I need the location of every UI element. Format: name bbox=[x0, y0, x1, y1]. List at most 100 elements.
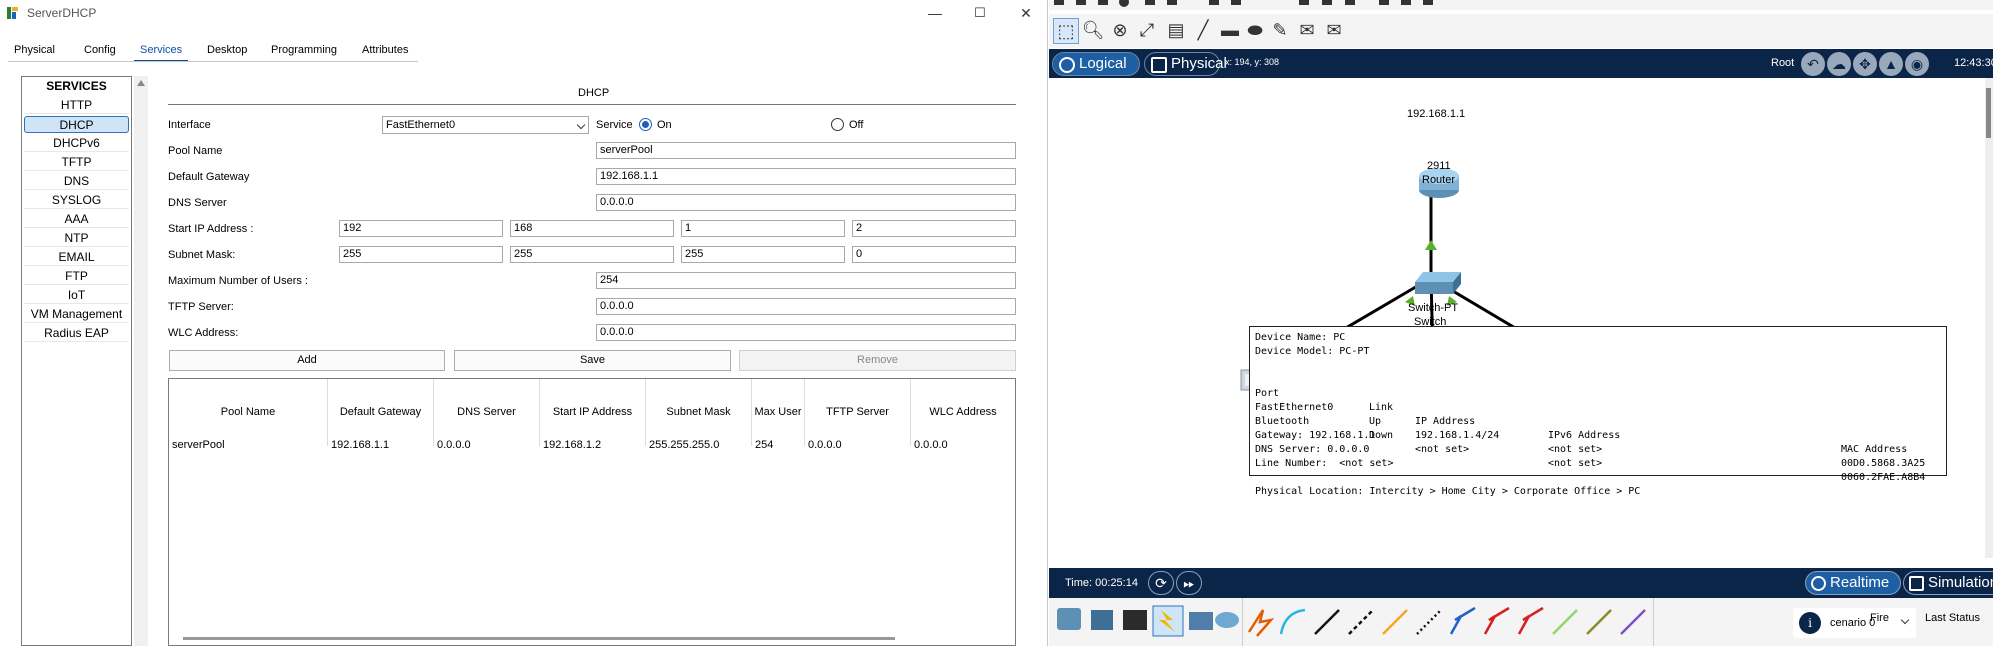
minimize-button[interactable]: — bbox=[913, 2, 957, 24]
service-item-tftp[interactable]: TFTP bbox=[24, 154, 129, 171]
tooltip-spacer bbox=[1255, 471, 1941, 485]
remove-button[interactable]: Remove bbox=[739, 350, 1016, 371]
section-divider bbox=[168, 104, 1016, 105]
col-start-ip[interactable]: Start IP Address bbox=[540, 379, 646, 446]
tab-config[interactable]: Config bbox=[78, 38, 122, 62]
router-ip-label: 192.168.1.1 bbox=[1407, 108, 1466, 120]
back-icon[interactable]: ↶ bbox=[1801, 52, 1825, 76]
tab-desktop[interactable]: Desktop bbox=[201, 38, 253, 62]
col-wlc-address[interactable]: WLC Address bbox=[911, 379, 1015, 446]
cell-tftp: 0.0.0.0 bbox=[808, 439, 842, 451]
start-ip-octet-3[interactable]: 1 bbox=[681, 220, 845, 237]
background-image-icon[interactable]: ▲ bbox=[1879, 52, 1903, 76]
tooltip-port-row: FastEthernet0 Up 192.168.1.4/24 <not set… bbox=[1255, 387, 1941, 469]
table-horizontal-scrollbar[interactable] bbox=[183, 637, 895, 640]
title-bar: ServerDHCP — ☐ ✕ bbox=[0, 0, 1048, 26]
realtime-mode-button[interactable]: Realtime bbox=[1805, 571, 1901, 595]
place-note-icon[interactable]: ▤ bbox=[1163, 18, 1189, 44]
start-ip-octet-2[interactable]: 168 bbox=[510, 220, 674, 237]
fire-column-header: Fire bbox=[1870, 612, 1889, 624]
start-ip-octet-1[interactable]: 192 bbox=[339, 220, 503, 237]
scroll-thumb[interactable] bbox=[1986, 88, 1991, 138]
simulation-mode-button[interactable]: Simulation bbox=[1903, 571, 1993, 595]
draw-ellipse-icon[interactable]: ⬬ bbox=[1242, 18, 1268, 44]
service-item-ntp[interactable]: NTP bbox=[24, 230, 129, 247]
last-status-column-header: Last Status bbox=[1925, 612, 1981, 624]
add-simple-pdu-icon[interactable]: ✉ bbox=[1294, 18, 1320, 44]
start-ip-octet-4[interactable]: 2 bbox=[852, 220, 1016, 237]
service-item-dhcpv6[interactable]: DHCPv6 bbox=[24, 135, 129, 152]
delete-tool-icon[interactable]: ⊗ bbox=[1107, 18, 1133, 44]
subnet-octet-1[interactable]: 255 bbox=[339, 246, 503, 263]
tab-services[interactable]: Services bbox=[134, 38, 189, 62]
service-item-email[interactable]: EMAIL bbox=[24, 249, 129, 266]
resize-tool-icon[interactable]: ⤢ bbox=[1134, 18, 1160, 44]
inspect-tool-icon[interactable]: 🔍︎ bbox=[1080, 18, 1106, 44]
realtime-label: Realtime bbox=[1830, 574, 1890, 591]
maximize-button[interactable]: ☐ bbox=[958, 2, 1002, 24]
freeform-icon[interactable]: ✎ bbox=[1267, 18, 1293, 44]
tooltip-device-name: Device Name: PC bbox=[1255, 332, 1346, 343]
service-on-radio[interactable] bbox=[639, 118, 652, 131]
pool-name-field[interactable]: serverPool bbox=[596, 142, 1016, 159]
fast-forward-icon[interactable]: ⏩︎ bbox=[1176, 571, 1202, 595]
col-subnet-mask[interactable]: Subnet Mask bbox=[646, 379, 752, 446]
select-tool-icon[interactable]: ⬚ bbox=[1053, 18, 1079, 44]
col-default-gateway[interactable]: Default Gateway bbox=[328, 379, 434, 446]
service-item-aaa[interactable]: AAA bbox=[24, 211, 129, 228]
cell-max-user: 254 bbox=[755, 439, 774, 451]
service-off-radio[interactable] bbox=[831, 118, 844, 131]
viewport-icon[interactable]: ◉ bbox=[1905, 52, 1929, 76]
service-item-vm-management[interactable]: VM Management bbox=[24, 306, 129, 323]
col-tftp-server[interactable]: TFTP Server bbox=[805, 379, 911, 446]
service-item-radius-eap[interactable]: Radius EAP bbox=[24, 325, 129, 342]
scroll-up-icon[interactable] bbox=[137, 80, 145, 86]
pool-name-label: Pool Name bbox=[168, 145, 223, 157]
power-cycle-icon[interactable]: ⟳ bbox=[1148, 571, 1174, 595]
service-item-iot[interactable]: IoT bbox=[24, 287, 129, 304]
wlc-address-field[interactable]: 0.0.0.0 bbox=[596, 324, 1016, 341]
col-max-user[interactable]: Max User bbox=[752, 379, 805, 446]
service-item-http[interactable]: HTTP bbox=[24, 97, 129, 114]
tooltip-line-number: Line Number: <not set> bbox=[1255, 458, 1394, 469]
logical-view-button[interactable]: Logical bbox=[1052, 52, 1140, 76]
services-list: SERVICES HTTP DHCP DHCPv6 TFTP DNS SYSLO… bbox=[21, 76, 132, 646]
cloud-icon[interactable]: ☁ bbox=[1827, 52, 1851, 76]
services-scrollbar[interactable] bbox=[134, 76, 148, 646]
edit-toolbar: ⬚ 🔍︎ ⊗ ⤢ ▤ ╱ ▬ ⬬ ✎ ✉ ✉ bbox=[1049, 14, 1993, 48]
default-gateway-field[interactable]: 192.168.1.1 bbox=[596, 168, 1016, 185]
workspace-vertical-scrollbar[interactable] bbox=[1985, 78, 1993, 558]
close-button[interactable]: ✕ bbox=[1004, 2, 1048, 24]
draw-rectangle-icon[interactable]: ▬ bbox=[1217, 18, 1243, 44]
service-item-dhcp[interactable]: DHCP bbox=[24, 116, 129, 133]
tab-attributes[interactable]: Attributes bbox=[356, 38, 414, 62]
max-users-field[interactable]: 254 bbox=[596, 272, 1016, 289]
subnet-octet-4[interactable]: 0 bbox=[852, 246, 1016, 263]
col-dns-server[interactable]: DNS Server bbox=[434, 379, 540, 446]
tab-physical[interactable]: Physical bbox=[8, 38, 61, 62]
physical-view-button[interactable]: Physical bbox=[1144, 52, 1227, 76]
interface-select[interactable]: FastEthernet0 bbox=[382, 116, 589, 134]
tab-programming[interactable]: Programming bbox=[265, 38, 343, 62]
add-complex-pdu-icon[interactable]: ✉ bbox=[1321, 18, 1347, 44]
tooltip-spacer bbox=[1255, 359, 1941, 373]
service-item-dns[interactable]: DNS bbox=[24, 173, 129, 190]
subnet-octet-2[interactable]: 255 bbox=[510, 246, 674, 263]
wlc-address-label: WLC Address: bbox=[168, 327, 239, 339]
toolbar-icons-row bbox=[1054, 0, 1433, 7]
tftp-server-field[interactable]: 0.0.0.0 bbox=[596, 298, 1016, 315]
logical-workspace[interactable]: 192.168.1.1 2911 Router Switch-PT Switch… bbox=[1049, 78, 1985, 558]
service-item-syslog[interactable]: SYSLOG bbox=[24, 192, 129, 209]
interface-label: Interface bbox=[168, 119, 211, 131]
draw-line-icon[interactable]: ╱ bbox=[1190, 18, 1216, 44]
elapsed-time: Time: 00:25:14 bbox=[1065, 577, 1138, 589]
move-icon[interactable]: ✥ bbox=[1853, 52, 1877, 76]
scenario-select[interactable]: i cenario 0 bbox=[1793, 608, 1916, 638]
save-button[interactable]: Save bbox=[454, 350, 731, 371]
subnet-octet-3[interactable]: 255 bbox=[681, 246, 845, 263]
col-pool-name[interactable]: Pool Name bbox=[169, 379, 328, 446]
service-item-ftp[interactable]: FTP bbox=[24, 268, 129, 285]
add-button[interactable]: Add bbox=[169, 350, 445, 371]
dns-server-field[interactable]: 0.0.0.0 bbox=[596, 194, 1016, 211]
info-icon[interactable]: i bbox=[1799, 612, 1821, 634]
